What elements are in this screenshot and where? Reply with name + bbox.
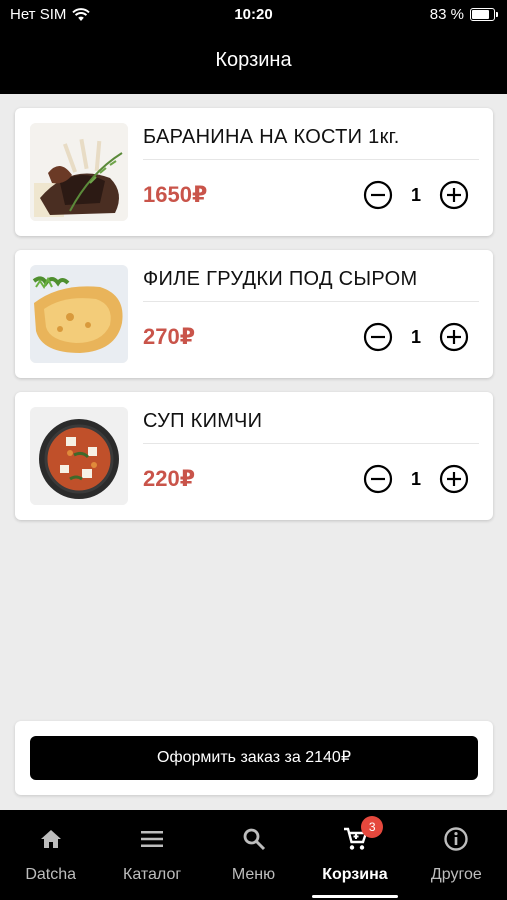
status-right: 83 % — [429, 6, 498, 23]
increase-quantity-button[interactable] — [439, 322, 469, 352]
tab-label: Другое — [430, 866, 482, 883]
quantity-value: 1 — [410, 184, 421, 205]
cart-item: БАРАНИНА НА КОСТИ 1кг. 1650₽ 1 — [15, 108, 493, 236]
tab-label: Каталог — [123, 866, 182, 883]
item-price: 270₽ — [143, 324, 196, 349]
cart-badge: 3 — [361, 816, 384, 838]
tab-label: Корзина — [322, 866, 388, 883]
tab-other[interactable]: Другое — [406, 810, 507, 900]
decrease-quantity-button[interactable] — [363, 322, 393, 352]
increase-quantity-button[interactable] — [439, 180, 469, 210]
page-title: Корзина — [215, 49, 292, 71]
nav-header: Корзина — [0, 30, 507, 94]
tab-menu[interactable]: Меню — [203, 810, 304, 900]
tab-bar: Datcha Каталог Меню 3 Корзина Другое — [0, 810, 507, 900]
item-divider — [143, 159, 479, 160]
cart-item: ФИЛЕ ГРУДКИ ПОД СЫРОМ 270₽ 1 — [15, 250, 493, 378]
chicken-cheese-image — [30, 265, 128, 363]
cart-list: БАРАНИНА НА КОСТИ 1кг. 1650₽ 1 ФИЛЕ ГРУД… — [15, 108, 493, 534]
item-title: БАРАНИНА НА КОСТИ 1кг. — [143, 126, 400, 148]
tab-cart[interactable]: 3 Корзина — [304, 810, 405, 900]
item-divider — [143, 443, 479, 444]
item-price: 220₽ — [143, 466, 196, 491]
item-title: ФИЛЕ ГРУДКИ ПОД СЫРОМ — [143, 268, 418, 290]
tab-label: Datcha — [25, 866, 77, 883]
checkout-panel: Оформить заказ за 2140₽ — [15, 721, 493, 795]
kimchi-soup-image — [30, 407, 128, 505]
info-icon — [444, 827, 469, 851]
lamb-ribs-image — [30, 123, 128, 221]
quantity-stepper: 1 — [363, 322, 469, 352]
increase-quantity-button[interactable] — [439, 464, 469, 494]
tab-datcha[interactable]: Datcha — [0, 810, 101, 900]
search-icon — [243, 828, 265, 851]
active-tab-indicator — [312, 895, 398, 898]
battery-percent: 83 % — [429, 6, 464, 23]
quantity-stepper: 1 — [363, 464, 469, 494]
item-title: СУП КИМЧИ — [143, 410, 263, 432]
battery-icon — [470, 8, 498, 21]
checkout-button[interactable]: Оформить заказ за 2140₽ — [30, 736, 478, 780]
decrease-quantity-button[interactable] — [363, 180, 393, 210]
home-icon — [40, 830, 61, 848]
tab-catalog[interactable]: Каталог — [101, 810, 202, 900]
tab-label: Меню — [231, 866, 276, 883]
cart-item: СУП КИМЧИ 220₽ 1 — [15, 392, 493, 520]
item-price: 1650₽ — [143, 182, 208, 207]
quantity-value: 1 — [410, 468, 421, 489]
battery-fill — [472, 10, 489, 19]
item-divider — [143, 301, 479, 302]
quantity-value: 1 — [410, 326, 421, 347]
decrease-quantity-button[interactable] — [363, 464, 393, 494]
quantity-stepper: 1 — [363, 180, 469, 210]
status-bar: Нет SIM 10:20 83 % — [0, 0, 507, 30]
menu-lines-icon — [141, 831, 164, 847]
